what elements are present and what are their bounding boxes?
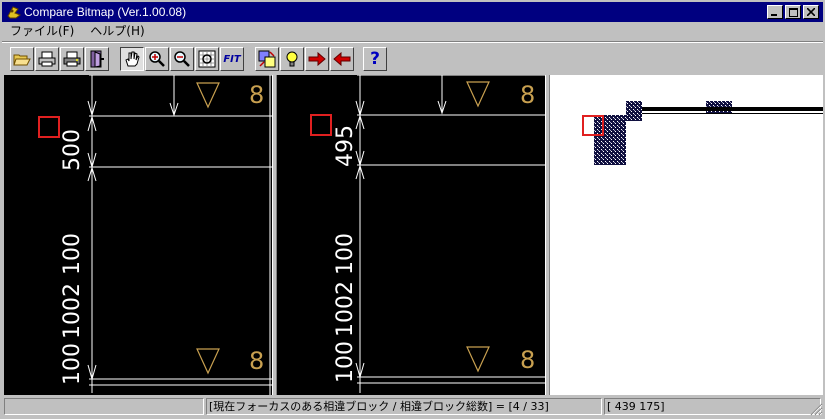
fit-icon: FIT [223,53,241,65]
left-dim-label-1: 500 [60,129,85,171]
zoom-window-button[interactable] [195,47,219,71]
toolbar: FIT ? [2,44,823,74]
zoom-out-button[interactable] [170,47,194,71]
fit-button[interactable]: FIT [220,47,244,71]
pan-button[interactable] [120,47,144,71]
middle-image-panel[interactable]: 8 8 495 100 1002 100 [277,75,545,395]
diff-image-panel[interactable] [550,75,823,395]
diff-drawing [582,101,823,165]
print-setup-button[interactable] [60,47,84,71]
left-image-panel[interactable]: 8 8 500 100 1002 100 [4,75,272,395]
menu-bar: ファイル(F) ヘルプ(H) [2,22,823,40]
left-corner-label-top: 8 [249,81,264,109]
status-coordinates: [ 439 175] [604,398,821,415]
prev-diff-button[interactable] [330,47,354,71]
zoom-in-icon [148,50,166,68]
minimize-button[interactable] [767,5,783,19]
open-button[interactable] [10,47,34,71]
compare-button[interactable] [255,47,279,71]
close-button[interactable] [803,5,819,19]
menu-separator [2,41,823,43]
status-message: [現在フォーカスのある相違ブロック / 相違ブロック総数] = [4 / 33] [206,398,602,415]
print-button[interactable] [35,47,59,71]
app-icon[interactable] [6,4,22,20]
zoom-in-button[interactable] [145,47,169,71]
window-title: Compare Bitmap (Ver.1.00.08) [24,5,187,19]
help-icon: ? [370,49,380,69]
exit-door-icon [88,50,106,68]
middle-corner-label-top: 8 [520,81,535,109]
hand-pan-icon [123,50,141,68]
resize-grip-icon[interactable] [809,402,823,416]
left-dim-label-3: 1002 [60,283,85,339]
middle-dim-label-4: 100 [333,341,358,383]
left-drawing: 8 8 500 100 1002 100 [38,75,272,395]
window-controls [767,5,819,19]
status-field-empty [4,398,204,415]
left-dim-label-2: 100 [60,233,85,275]
middle-drawing: 8 8 495 100 1002 100 [310,75,545,393]
help-button[interactable]: ? [363,47,387,71]
zoom-window-icon [198,50,216,68]
middle-highlight-box [310,114,332,136]
title-bar[interactable]: Compare Bitmap (Ver.1.00.08) [2,2,823,22]
maximize-button[interactable] [785,5,801,19]
open-icon [13,51,31,67]
middle-dim-label-1: 495 [333,125,358,167]
print-setup-icon [63,51,81,67]
next-diff-icon [308,52,326,66]
prev-diff-icon [333,52,351,66]
middle-dim-label-3: 1002 [333,281,358,337]
menu-help[interactable]: ヘルプ(H) [82,22,152,40]
main-window: Compare Bitmap (Ver.1.00.08) ファイル(F) ヘルプ… [0,0,825,418]
left-highlight-box [38,116,60,138]
status-bar: [現在フォーカスのある相違ブロック / 相違ブロック総数] = [4 / 33]… [2,397,823,416]
bulb-button[interactable] [280,47,304,71]
middle-corner-label-bottom: 8 [520,346,535,374]
bulb-icon [283,50,301,68]
exit-button[interactable] [85,47,109,71]
zoom-out-icon [173,50,191,68]
menu-file[interactable]: ファイル(F) [2,22,82,40]
print-icon [38,51,56,67]
compare-icon [258,50,276,68]
left-corner-label-bottom: 8 [249,347,264,375]
left-dim-label-4: 100 [60,343,85,385]
middle-dim-label-2: 100 [333,233,358,275]
next-diff-button[interactable] [305,47,329,71]
